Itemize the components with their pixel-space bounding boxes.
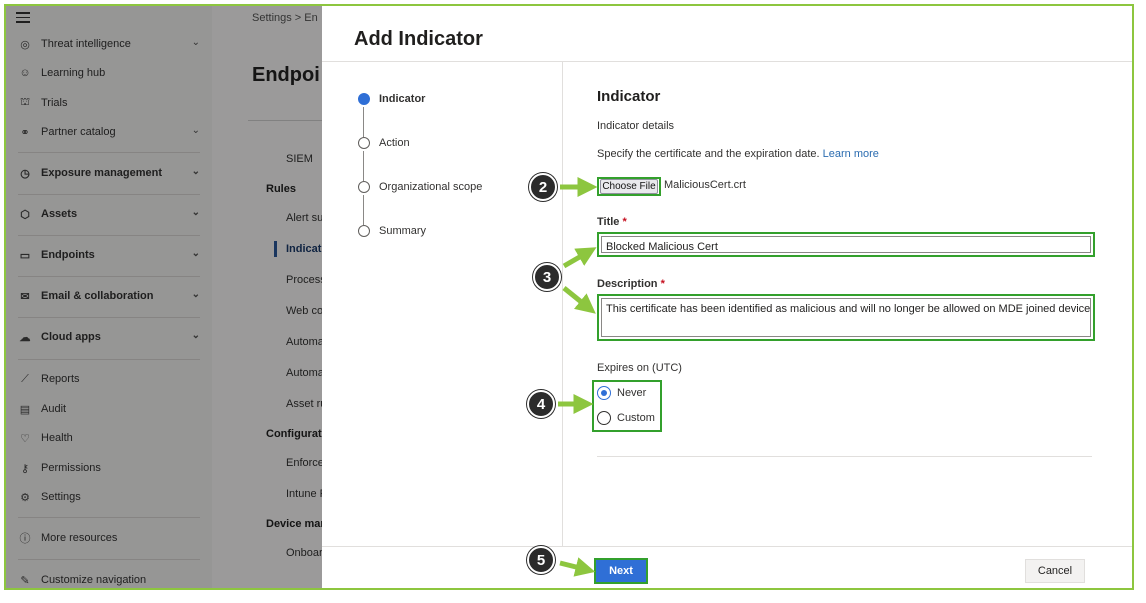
learn-more-link[interactable]: Learn more: [823, 148, 879, 160]
required-mark: *: [660, 278, 665, 290]
callout-5: 5: [527, 546, 555, 574]
step-label: Indicator: [379, 93, 426, 105]
title-input[interactable]: Blocked Malicious Cert: [601, 236, 1091, 253]
step-connector: [363, 151, 364, 181]
step-dot-icon: [358, 181, 370, 193]
panel-title: Add Indicator: [354, 28, 483, 50]
cancel-button[interactable]: Cancel: [1025, 559, 1085, 583]
radio-selected-icon: [597, 386, 611, 400]
callout-4: 4: [527, 390, 555, 418]
step-connector: [363, 195, 364, 225]
title-field-highlight: Blocked Malicious Cert: [597, 232, 1095, 257]
description-label-text: Description: [597, 278, 658, 290]
step-label: Summary: [379, 225, 427, 237]
callout-2: 2: [529, 173, 557, 201]
step-dot-icon: [358, 225, 370, 237]
description-textarea[interactable]: This certificate has been identified as …: [601, 298, 1091, 337]
title-label-text: Title: [597, 216, 620, 228]
step-summary[interactable]: Summary: [358, 225, 426, 237]
radio-label: Never: [617, 387, 647, 399]
callout-3: 3: [533, 263, 561, 291]
step-connector: [363, 107, 364, 137]
radio-label: Custom: [617, 412, 655, 424]
step-indicator[interactable]: Indicator: [358, 93, 425, 105]
screenshot-frame: ◎ Threat intelligence ⌄ ☺ Learning hub ⛫…: [4, 4, 1134, 590]
step-label: Organizational scope: [379, 181, 483, 193]
panel-header-divider: [322, 61, 1132, 62]
step-label: Action: [379, 137, 410, 149]
instruction-text: Specify the certificate and the expirati…: [597, 148, 879, 160]
step-action[interactable]: Action: [358, 137, 410, 149]
step-organizational-scope[interactable]: Organizational scope: [358, 181, 482, 193]
next-button[interactable]: Next: [596, 560, 646, 582]
add-indicator-panel: Add Indicator Indicator Action Organizat…: [322, 6, 1132, 588]
step-dot-icon: [358, 137, 370, 149]
required-mark: *: [622, 216, 627, 228]
radio-custom[interactable]: Custom: [597, 411, 655, 425]
section-divider: [597, 456, 1092, 457]
instruction-label: Specify the certificate and the expirati…: [597, 148, 820, 160]
description-field-highlight: This certificate has been identified as …: [597, 294, 1095, 341]
section-title: Indicator: [597, 88, 661, 105]
selected-file-name: MaliciousCert.crt: [664, 179, 746, 191]
title-label: Title *: [597, 216, 627, 228]
section-subtitle: Indicator details: [597, 120, 675, 132]
radio-empty-icon: [597, 411, 611, 425]
steps-divider: [562, 62, 563, 546]
radio-never[interactable]: Never: [597, 386, 646, 400]
step-active-dot-icon: [358, 93, 370, 105]
footer-divider: [322, 546, 1132, 547]
expires-label: Expires on (UTC): [597, 362, 682, 374]
choose-file-button[interactable]: Choose File: [600, 179, 658, 194]
description-label: Description *: [597, 278, 665, 290]
